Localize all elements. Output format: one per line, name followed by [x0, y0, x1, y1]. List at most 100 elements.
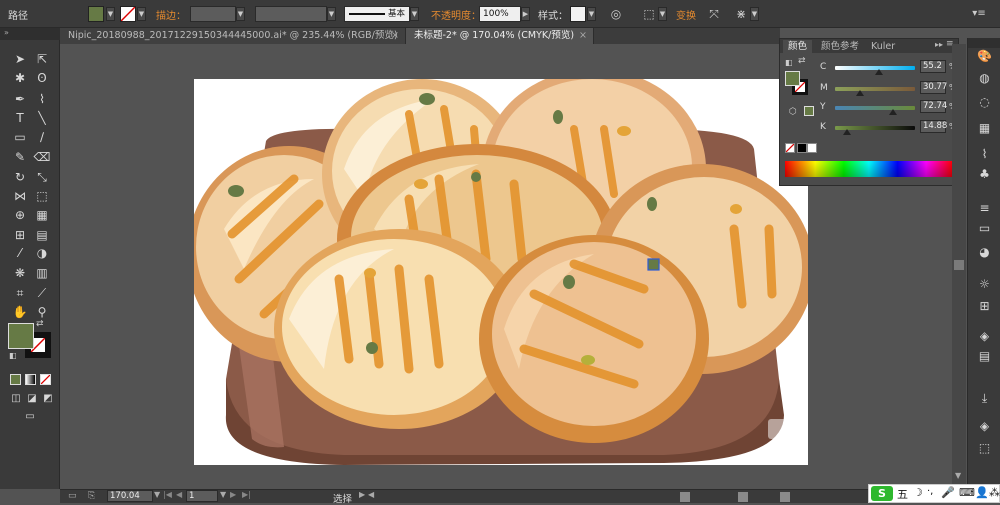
status-menu-icon[interactable]: ▶ [359, 490, 365, 499]
swap-fill-stroke-icon[interactable]: ⇄ [36, 319, 44, 329]
share-icon[interactable]: ⎘ [88, 491, 95, 501]
fill-dropdown-arrow[interactable]: ▼ [106, 7, 115, 21]
appearance-icon[interactable]: ◌ [976, 94, 993, 111]
swatches-icon[interactable]: ▦ [976, 120, 993, 137]
opacity-label[interactable]: 不透明度： [431, 7, 481, 22]
transform-icon[interactable]: ⤧ [705, 5, 723, 23]
color-spectrum-bar[interactable] [785, 161, 953, 177]
type-tool-icon[interactable]: T [10, 109, 30, 127]
none-swatch[interactable] [785, 143, 795, 153]
lasso-tool-icon[interactable]: ʘ [32, 69, 52, 87]
channel-y-knob[interactable] [889, 109, 898, 115]
previous-artboard-icon[interactable]: ◀ [176, 490, 182, 499]
none-mode-icon[interactable] [40, 374, 51, 385]
color-panel-icon[interactable]: 🎨 [976, 48, 993, 65]
stroke-weight-dropdown[interactable]: ▼ [236, 7, 245, 21]
brush-dropdown[interactable]: ▼ [410, 7, 419, 21]
isolate-dropdown[interactable]: ▼ [750, 7, 759, 21]
graphic-style-swatch[interactable] [570, 6, 586, 22]
vertical-scroll-thumb[interactable] [954, 260, 964, 270]
mesh-tool-icon[interactable]: ⊞ [10, 226, 30, 244]
free-transform-tool-icon[interactable]: ⬚ [32, 187, 52, 205]
vertical-scrollbar[interactable]: ▼ [952, 44, 966, 489]
channel-k-value[interactable]: 14.88 [920, 120, 947, 133]
ime-mode-label[interactable]: 五 [897, 486, 908, 502]
isolate-icon[interactable]: ⋇ [732, 5, 750, 23]
curvature-tool-icon[interactable]: ⌇ [32, 90, 52, 108]
channel-m-knob[interactable] [855, 90, 864, 96]
stroke-label[interactable]: 描边： [156, 7, 186, 22]
paintbrush-tool-icon[interactable]: ∕ [32, 128, 52, 146]
fill-color-swatch[interactable] [88, 6, 104, 22]
hand-tool-icon[interactable]: ✋ [10, 303, 30, 321]
scroll-down-icon[interactable]: ▼ [955, 471, 961, 480]
default-colors-icon[interactable]: ◧ [9, 351, 17, 360]
recolor-artwork-icon[interactable]: ◎ [607, 5, 625, 23]
slice-tool-icon[interactable]: ⟋ [32, 284, 52, 302]
zoom-field[interactable]: 170.04 [107, 490, 153, 502]
artboard-number-field[interactable]: 1 [186, 490, 218, 502]
brush-definition-field[interactable]: 基本 [344, 6, 410, 22]
navigator-icon[interactable]: ⬚ [976, 440, 993, 457]
shape-builder-tool-icon[interactable]: ⊕ [10, 206, 30, 224]
rotate-tool-icon[interactable]: ↻ [10, 168, 30, 186]
gradient-icon[interactable]: ▭ [976, 220, 993, 237]
artboards-icon[interactable]: ▤ [976, 348, 993, 365]
channel-y-value[interactable]: 72.74 [920, 100, 947, 113]
graphic-styles-icon[interactable]: ☼ [976, 276, 993, 293]
horizontal-scroll-thumb[interactable] [680, 492, 690, 502]
eraser-tool-icon[interactable]: ⌫ [32, 148, 52, 166]
channel-y-slider[interactable] [835, 106, 915, 110]
gamut-swatch[interactable] [804, 106, 814, 116]
perspective-grid-tool-icon[interactable]: ▦ [32, 206, 52, 224]
links-icon[interactable]: ⤓ [976, 390, 993, 407]
stroke-icon[interactable]: ≡ [976, 200, 993, 217]
screen-mode-icon[interactable]: ▭ [20, 408, 40, 426]
brushes-icon[interactable]: ⌇ [976, 146, 993, 163]
artboard-dropdown-icon[interactable]: ▼ [220, 490, 226, 499]
stroke-none-swatch[interactable] [120, 6, 136, 22]
microphone-icon[interactable]: 🎤 [941, 486, 955, 499]
magic-wand-tool-icon[interactable]: ✱ [10, 69, 30, 87]
draw-inside-icon[interactable]: ◩ [38, 390, 58, 408]
panel-fill-box[interactable] [785, 71, 800, 86]
graph-tool-icon[interactable]: ▥ [32, 264, 52, 282]
horizontal-scroll-thumb-3[interactable] [780, 492, 790, 502]
style-dropdown[interactable]: ▼ [587, 7, 596, 21]
layers-stack-icon[interactable]: ◈ [976, 418, 993, 435]
panel-menu-icon[interactable]: ▾≡ [970, 5, 988, 23]
align-dropdown[interactable]: ▼ [658, 7, 667, 21]
line-tool-icon[interactable]: ╲ [32, 109, 52, 127]
opacity-dropdown[interactable]: ▶ [521, 7, 530, 21]
user-icon[interactable]: 👤 [975, 486, 989, 499]
channel-c-value[interactable]: 55.2 [920, 60, 946, 73]
white-swatch[interactable] [807, 143, 817, 153]
align-panel-icon[interactable]: ⊞ [976, 298, 993, 315]
transparency-icon[interactable]: ◕ [976, 244, 993, 261]
selection-tool-icon[interactable]: ➤ [10, 50, 30, 68]
symbol-sprayer-tool-icon[interactable]: ❋ [10, 264, 30, 282]
first-artboard-icon[interactable]: |◀ [163, 490, 172, 499]
rectangle-tool-icon[interactable]: ▭ [10, 128, 30, 146]
fill-color-box[interactable] [8, 323, 34, 349]
layers-icon[interactable]: ◈ [976, 328, 993, 345]
channel-m-slider[interactable] [835, 87, 915, 91]
default-colors-icon[interactable]: ◧ [785, 58, 793, 67]
last-artboard-icon[interactable]: ▶| [242, 490, 251, 499]
zoom-dropdown-icon[interactable]: ▼ [154, 490, 160, 499]
gradient-tool-icon[interactable]: ▤ [32, 226, 52, 244]
expand-icon[interactable]: ▸▸ [935, 40, 943, 49]
artboard-navigation-icon[interactable]: ▭ [68, 491, 77, 501]
opacity-field[interactable]: 100% [479, 6, 521, 22]
collapse-icon[interactable]: » [4, 28, 9, 37]
channel-c-knob[interactable] [875, 69, 884, 75]
color-guide-icon[interactable]: ◍ [976, 70, 993, 87]
artboard-tool-icon[interactable]: ⌗ [10, 284, 30, 302]
color-mode-icon[interactable] [10, 374, 21, 385]
transform-link[interactable]: 变换 [676, 7, 696, 22]
pencil-tool-icon[interactable]: ✎ [10, 148, 30, 166]
gradient-mode-icon[interactable] [25, 374, 36, 385]
pen-tool-icon[interactable]: ✒ [10, 90, 30, 108]
swap-colors-icon[interactable]: ⇄ [798, 56, 806, 66]
tab-color[interactable]: 颜色 [783, 40, 813, 54]
